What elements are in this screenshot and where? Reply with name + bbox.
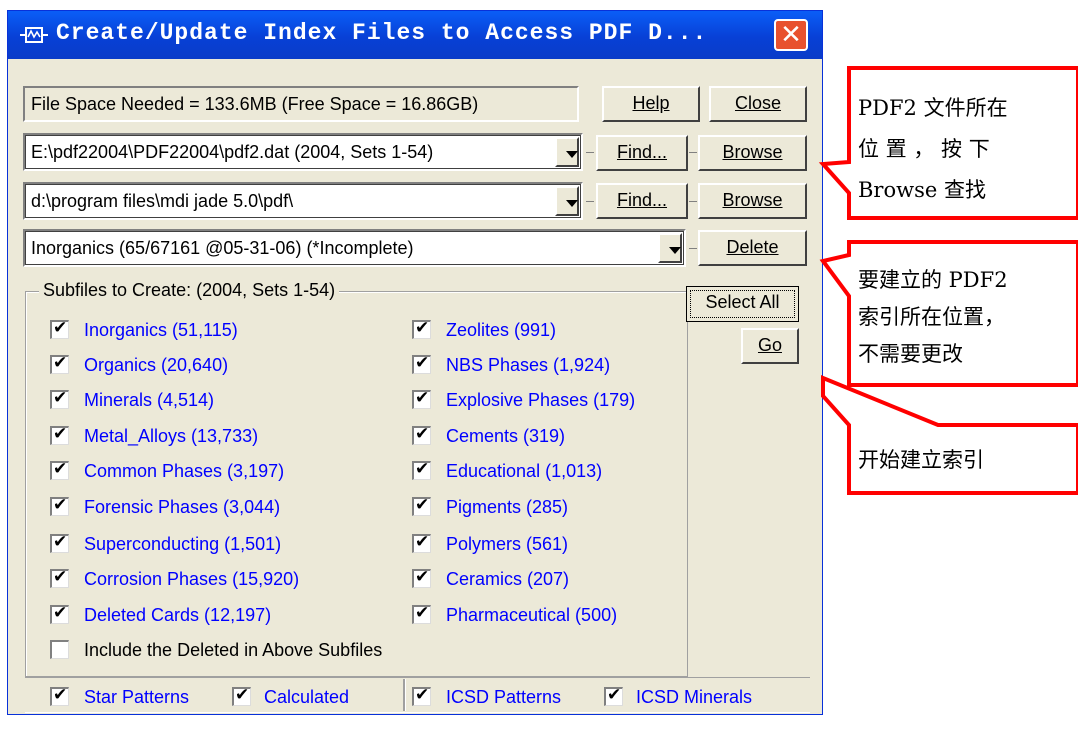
callout-start-index [821, 375, 1078, 495]
annotation-pdf2-location: PDF2 文件所在 位 置 ， 按 下 Browse 查找 [858, 88, 1072, 211]
check-icon: ✔ [415, 459, 430, 479]
pdf-path-dropdown-button[interactable] [555, 137, 579, 167]
check-icon: ✔ [415, 318, 430, 338]
subfile-dropdown-button[interactable] [658, 233, 682, 263]
check-icon: ✔ [53, 459, 68, 479]
index-path-value: d:\program files\mdi jade 5.0\pdf\ [31, 191, 294, 211]
index-path-dropdown-button[interactable] [555, 186, 579, 216]
go-button[interactable]: Go [741, 328, 799, 364]
chevron-down-icon [669, 247, 681, 254]
check-icon: ✔ [415, 685, 430, 705]
select-all-button[interactable]: Select All [686, 286, 799, 322]
check-icon: ✔ [415, 603, 430, 623]
index-path-combobox[interactable]: d:\program files\mdi jade 5.0\pdf\ [23, 182, 583, 220]
file-space-text: File Space Needed = 133.6MB (Free Space … [31, 94, 479, 114]
check-icon: ✔ [415, 567, 430, 587]
subfile-combobox[interactable]: Inorganics (65/67161 @05-31-06) (*Incomp… [23, 229, 686, 267]
close-button[interactable]: Close [709, 86, 807, 122]
check-icon: ✔ [53, 388, 68, 408]
subfiles-group-legend: Subfiles to Create: (2004, Sets 1-54) [39, 280, 340, 301]
chevron-down-icon [566, 200, 578, 207]
find-pdf-button[interactable]: Find... [596, 135, 688, 171]
browse-index-button[interactable]: Browse [698, 183, 807, 219]
check-icon: ✔ [415, 388, 430, 408]
check-icon: ✔ [235, 685, 250, 705]
check-icon: ✔ [53, 424, 68, 444]
check-icon: ✔ [415, 495, 430, 515]
check-icon: ✔ [53, 353, 68, 373]
check-icon: ✔ [53, 532, 68, 552]
check-icon: ✔ [53, 685, 68, 705]
check-icon: ✔ [53, 495, 68, 515]
pdf-path-combobox[interactable]: E:\pdf22004\PDF22004\pdf2.dat (2004, Set… [23, 133, 583, 171]
window-title: Create/Update Index Files to Access PDF … [56, 20, 708, 46]
title-bar[interactable]: Create/Update Index Files to Access PDF … [8, 11, 822, 59]
check-icon: ✔ [607, 685, 622, 705]
chevron-down-icon [566, 151, 578, 158]
check-icon: ✔ [53, 603, 68, 623]
check-icon: ✔ [415, 532, 430, 552]
check-icon: ✔ [53, 567, 68, 587]
check-icon: ✔ [53, 318, 68, 338]
app-icon [20, 27, 48, 43]
check-icon: ✔ [415, 424, 430, 444]
pdf-path-value: E:\pdf22004\PDF22004\pdf2.dat (2004, Set… [31, 142, 434, 162]
find-index-button[interactable]: Find... [596, 183, 688, 219]
file-space-status: File Space Needed = 133.6MB (Free Space … [23, 86, 579, 122]
help-button[interactable]: Help [602, 86, 700, 122]
close-icon: ✕ [780, 20, 802, 50]
create-index-dialog: Create/Update Index Files to Access PDF … [7, 10, 823, 715]
close-window-button[interactable]: ✕ [774, 19, 808, 51]
browse-pdf-button[interactable]: Browse [698, 135, 807, 171]
delete-button[interactable]: Delete [698, 230, 807, 266]
check-icon: ✔ [415, 353, 430, 373]
subfile-value: Inorganics (65/67161 @05-31-06) (*Incomp… [31, 238, 414, 258]
annotation-start-index: 开始建立索引 [858, 445, 1072, 475]
annotation-index-location: 要建立的 PDF2 索引所在位置， 不需要更改 [858, 262, 1072, 373]
